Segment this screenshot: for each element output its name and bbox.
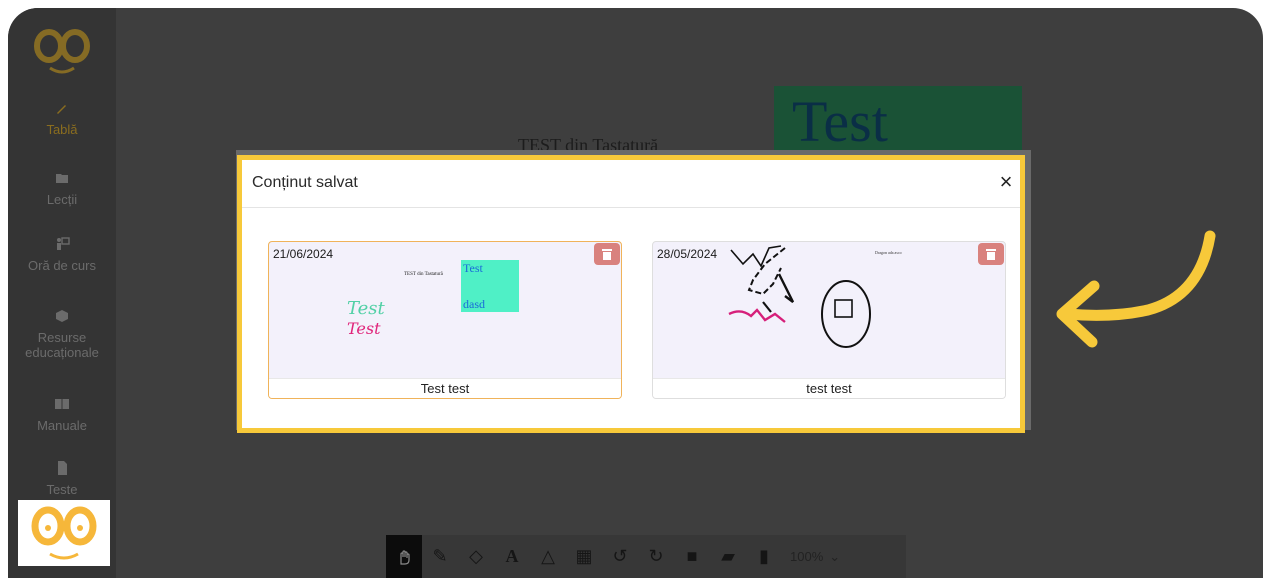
text-tool-button[interactable]: A [494,535,530,578]
sidebar-item-resurse[interactable]: Resurse educaționale [8,308,116,360]
preview-heading: TEST din Tastatură [404,272,444,277]
grid-icon: ▦ [575,546,593,566]
trash-icon [602,249,612,260]
hand-icon [400,549,410,565]
saved-content-dialog: Conținut salvat × TEST din Tastatură Tes… [237,155,1025,433]
clear-button[interactable]: ▮ [746,535,782,578]
card-name: test test [653,378,1005,398]
card-preview: TEST din Tastatură Test dasd Test Test [347,260,519,338]
trash-icon: ▮ [759,546,769,566]
saved-item-card[interactable]: Dragon ada asco 28/05/2024 test test [652,241,1006,399]
save-button[interactable]: ■ [674,535,710,578]
sidebar-item-label: Tablă [46,122,78,137]
modal-header: Conținut salvat × [242,160,1020,208]
saved-item-card[interactable]: TEST din Tastatură Test dasd Test Test 2… [268,241,622,399]
preview-handwriting-2: Test [347,319,381,338]
file-icon [58,461,67,475]
sidebar-item-ora-de-curs[interactable]: Oră de curs [8,236,116,273]
logo-icon [34,29,90,74]
shapes-icon: △ [541,546,555,566]
zoom-value: 100% [790,549,824,564]
sidebar-item-manuale[interactable]: Manuale [8,396,116,433]
modal-title: Conținut salvat [252,174,358,191]
eraser-tool-button[interactable]: ◇ [458,535,494,578]
close-icon[interactable]: × [996,171,1016,193]
canvas-box-text: Test [792,89,888,154]
sidebar-item-tabla[interactable]: Tablă [8,100,116,137]
undo-icon: ↺ [612,546,628,566]
sidebar-item-label: Lecții [46,192,78,207]
hand-tool-button[interactable] [386,535,422,578]
text-icon: A [505,546,519,566]
card-date: 21/06/2024 [273,247,334,261]
eraser-icon: ◇ [469,546,483,566]
brand-logo-icon [18,500,110,566]
pen-icon: ✎ [432,546,448,566]
arrow-annotation-icon [1056,230,1216,348]
book-icon [55,399,69,409]
delete-button[interactable] [594,243,620,265]
preview-box-line1: Test [463,261,483,275]
folder-icon [56,174,68,183]
save-icon: ■ [686,546,698,566]
shapes-tool-button[interactable]: △ [530,535,566,578]
cube-icon [56,310,68,322]
delete-button[interactable] [978,243,1004,265]
sidebar-item-label: Resurse educaționale [25,330,99,360]
sidebar-item-label: Manuale [37,418,87,433]
redo-button[interactable]: ↻ [638,535,674,578]
pencil-icon [57,105,66,114]
sidebar: Tablă Lecții Oră de curs Resurse educați… [8,8,116,578]
card-preview: Dragon ada asco [728,245,902,348]
preview-heading: Dragon ada asco [875,250,902,255]
teacher-icon [57,237,70,250]
redo-icon: ↻ [648,546,664,566]
preview-handwriting-1: Test [347,298,385,319]
sidebar-item-lectii[interactable]: Lecții [8,170,116,207]
sidebar-item-label: Oră de curs [28,258,96,273]
card-name: Test test [269,378,621,398]
trash-icon [986,249,996,260]
undo-button[interactable]: ↺ [602,535,638,578]
grid-tool-button[interactable]: ▦ [566,535,602,578]
sidebar-item-teste[interactable]: Teste [8,460,116,497]
open-folder-icon: ▰ [721,546,735,566]
zoom-select[interactable]: 100% ⌄ [790,549,840,565]
sidebar-item-label: Teste [46,482,78,497]
bottom-toolbar: ✎ ◇ A △ ▦ ↺ ↻ ■ ▰ ▮ 100% ⌄ [386,535,906,578]
card-date: 28/05/2024 [657,247,718,261]
pen-tool-button[interactable]: ✎ [422,535,458,578]
open-button[interactable]: ▰ [710,535,746,578]
preview-box-line2: dasd [463,297,485,311]
chevron-down-icon: ⌄ [829,548,841,564]
